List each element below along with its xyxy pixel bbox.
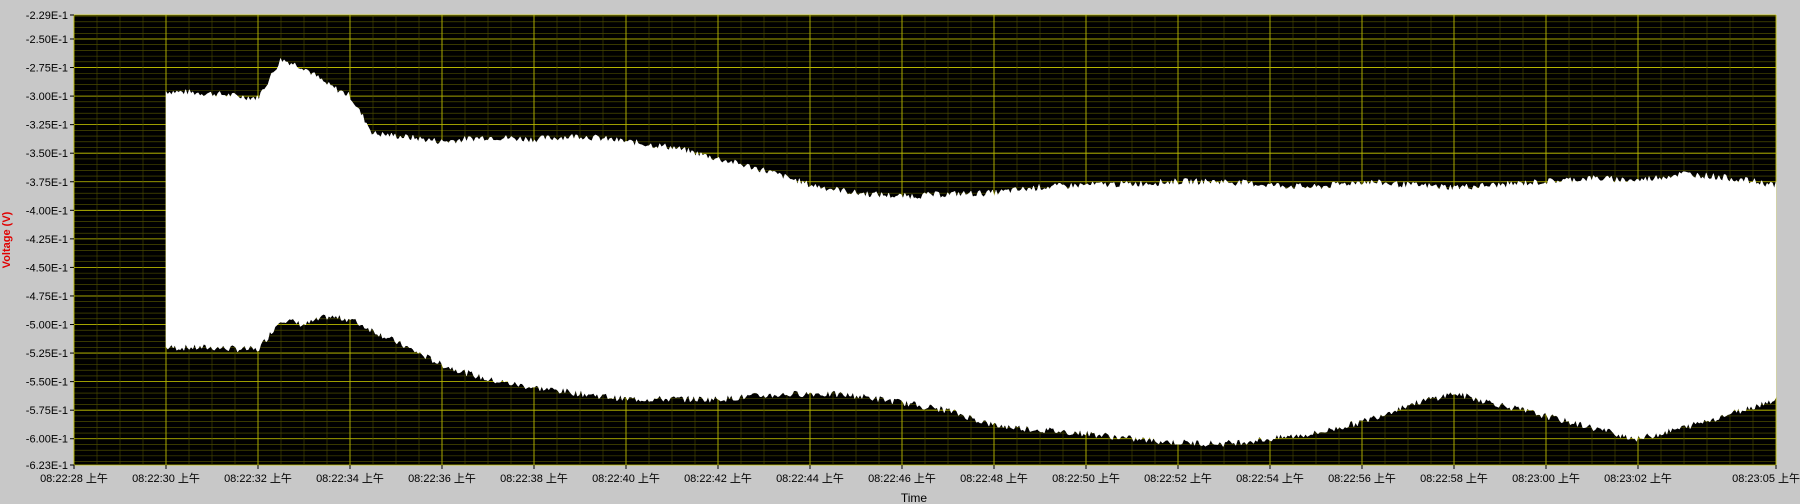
y-tick-label: -5.25E-1	[26, 348, 68, 360]
x-tick-label: 08:22:36 上午	[408, 472, 476, 485]
y-tick-label: -4.50E-1	[26, 262, 68, 274]
y-axis-label: Voltage (V)	[1, 211, 13, 268]
y-tick-label: -2.29E-1	[26, 10, 68, 22]
x-tick-label: 08:22:52 上午	[1144, 472, 1212, 485]
x-tick-label: 08:22:40 上午	[592, 472, 660, 485]
x-tick-label: 08:22:48 上午	[960, 472, 1028, 485]
x-tick-label: 08:22:30 上午	[132, 472, 200, 485]
y-tick-label: -3.00E-1	[26, 91, 68, 103]
x-tick-label: 08:23:00 上午	[1512, 472, 1580, 485]
y-tick-label: -3.25E-1	[26, 120, 68, 132]
x-axis-label: Time	[901, 491, 928, 504]
x-tick-label: 08:22:58 上午	[1420, 472, 1488, 485]
y-tick-label: -2.50E-1	[26, 34, 68, 46]
y-tick-label: -5.75E-1	[26, 405, 68, 417]
x-tick-label: 08:22:46 上午	[868, 472, 936, 485]
x-tick-label: 08:22:54 上午	[1236, 472, 1304, 485]
x-tick-label: 08:22:42 上午	[684, 472, 752, 485]
x-tick-label: 08:23:02 上午	[1604, 472, 1672, 485]
x-tick-label: 08:22:34 上午	[316, 472, 384, 485]
y-tick-label: -4.25E-1	[26, 234, 68, 246]
y-tick-label: -6.23E-1	[26, 460, 68, 472]
y-tick-label: -3.50E-1	[26, 148, 68, 160]
x-tick-label: 08:22:28 上午	[40, 472, 108, 485]
y-tick-label: -5.00E-1	[26, 320, 68, 332]
x-tick-label: 08:22:56 上午	[1328, 472, 1396, 485]
y-tick-label: -5.50E-1	[26, 377, 68, 389]
y-tick-label: -6.00E-1	[26, 434, 68, 446]
y-tick-label: -4.00E-1	[26, 205, 68, 217]
x-tick-label: 08:22:38 上午	[500, 472, 568, 485]
x-tick-label: 08:22:44 上午	[776, 472, 844, 485]
voltage-chart: -2.29E-1 -2.50E-1 -2.75E-1 -3.00E-1 -3.25E-1…	[0, 0, 1800, 504]
y-tick-label: -4.75E-1	[26, 291, 68, 303]
x-tick-label: 08:23:05 上午	[1732, 472, 1800, 485]
y-tick-label: -3.75E-1	[26, 177, 68, 189]
x-tick-label: 08:22:32 上午	[224, 472, 292, 485]
x-tick-label: 08:22:50 上午	[1052, 472, 1120, 485]
y-tick-label: -2.75E-1	[26, 63, 68, 75]
